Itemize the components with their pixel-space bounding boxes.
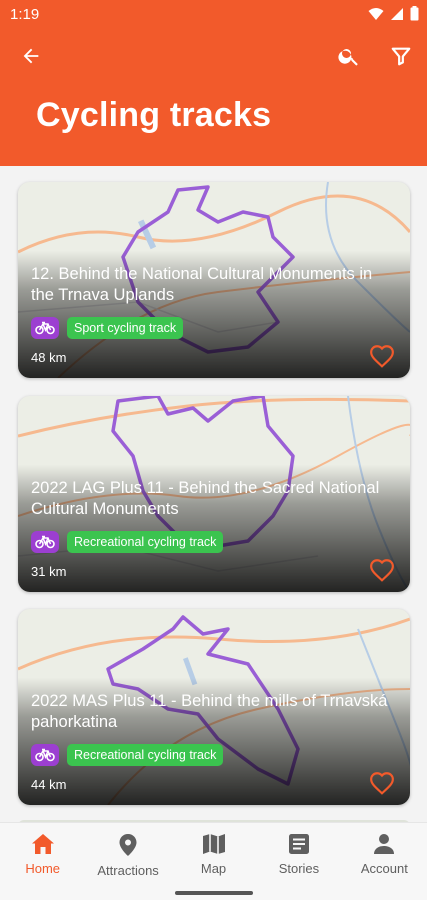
filter-icon bbox=[391, 47, 411, 66]
page-title: Cycling tracks bbox=[36, 96, 272, 134]
home-icon bbox=[31, 834, 54, 854]
track-type-row: Recreational cycling track bbox=[31, 744, 224, 766]
nav-label: Account bbox=[360, 861, 408, 876]
nav-label: Map bbox=[200, 861, 227, 876]
arrow-back-icon bbox=[23, 48, 39, 64]
gesture-navigation-bar[interactable] bbox=[175, 891, 253, 895]
status-icons bbox=[368, 6, 419, 21]
track-type-row: Sport cycling track bbox=[31, 317, 184, 339]
search-button[interactable] bbox=[329, 36, 369, 76]
status-bar: 1:19 bbox=[0, 0, 427, 28]
nav-item-attractions[interactable]: Attractions bbox=[85, 823, 170, 900]
nav-label: Stories bbox=[278, 861, 320, 876]
bicycle-icon bbox=[31, 317, 59, 339]
account-icon bbox=[374, 834, 395, 854]
status-time: 1:19 bbox=[10, 6, 40, 23]
track-type-chip: Recreational cycling track bbox=[67, 744, 224, 766]
heart-outline-icon bbox=[370, 772, 394, 795]
toolbar bbox=[0, 36, 427, 80]
app-bar: 1:19 Cycling tracks bbox=[0, 0, 427, 166]
article-icon bbox=[288, 834, 309, 854]
track-distance: 44 km bbox=[31, 777, 67, 792]
bicycle-icon bbox=[31, 744, 59, 766]
signal-icon bbox=[391, 7, 403, 20]
favorite-button[interactable] bbox=[368, 556, 396, 584]
search-icon bbox=[338, 49, 358, 66]
nav-item-map[interactable]: Map bbox=[171, 823, 256, 900]
back-button[interactable] bbox=[11, 36, 51, 76]
track-title: 2022 MAS Plus 11 - Behind the mills of T… bbox=[31, 692, 388, 731]
track-card[interactable]: 2022 MAS Plus 11 - Behind the mills of T… bbox=[18, 609, 410, 805]
favorite-button[interactable] bbox=[368, 342, 396, 370]
place-icon bbox=[119, 834, 137, 856]
heart-outline-icon bbox=[370, 345, 394, 368]
track-type-row: Recreational cycling track bbox=[31, 531, 224, 553]
bicycle-icon bbox=[31, 531, 59, 553]
nav-item-stories[interactable]: Stories bbox=[256, 823, 341, 900]
bottom-navigation: Home Attractions Map Stories Account bbox=[0, 822, 427, 900]
nav-label: Home bbox=[25, 861, 61, 876]
wifi-icon bbox=[368, 7, 384, 20]
nav-item-account[interactable]: Account bbox=[342, 823, 427, 900]
track-card[interactable]: 12. Behind the National Cultural Monumen… bbox=[18, 182, 410, 378]
track-distance: 31 km bbox=[31, 564, 67, 579]
nav-label: Attractions bbox=[97, 863, 159, 878]
track-title: 2022 LAG Plus 11 - Behind the Sacred Nat… bbox=[31, 479, 380, 518]
nav-item-home[interactable]: Home bbox=[0, 823, 85, 900]
track-distance: 48 km bbox=[31, 350, 67, 365]
favorite-button[interactable] bbox=[368, 769, 396, 797]
track-type-chip: Recreational cycling track bbox=[67, 531, 224, 553]
battery-icon bbox=[410, 6, 419, 21]
track-title: 12. Behind the National Cultural Monumen… bbox=[31, 265, 373, 304]
track-type-chip: Sport cycling track bbox=[67, 317, 184, 339]
filter-button[interactable] bbox=[381, 36, 421, 76]
heart-outline-icon bbox=[370, 559, 394, 582]
track-card[interactable]: 2022 LAG Plus 11 - Behind the Sacred Nat… bbox=[18, 396, 410, 592]
map-icon bbox=[202, 834, 225, 854]
